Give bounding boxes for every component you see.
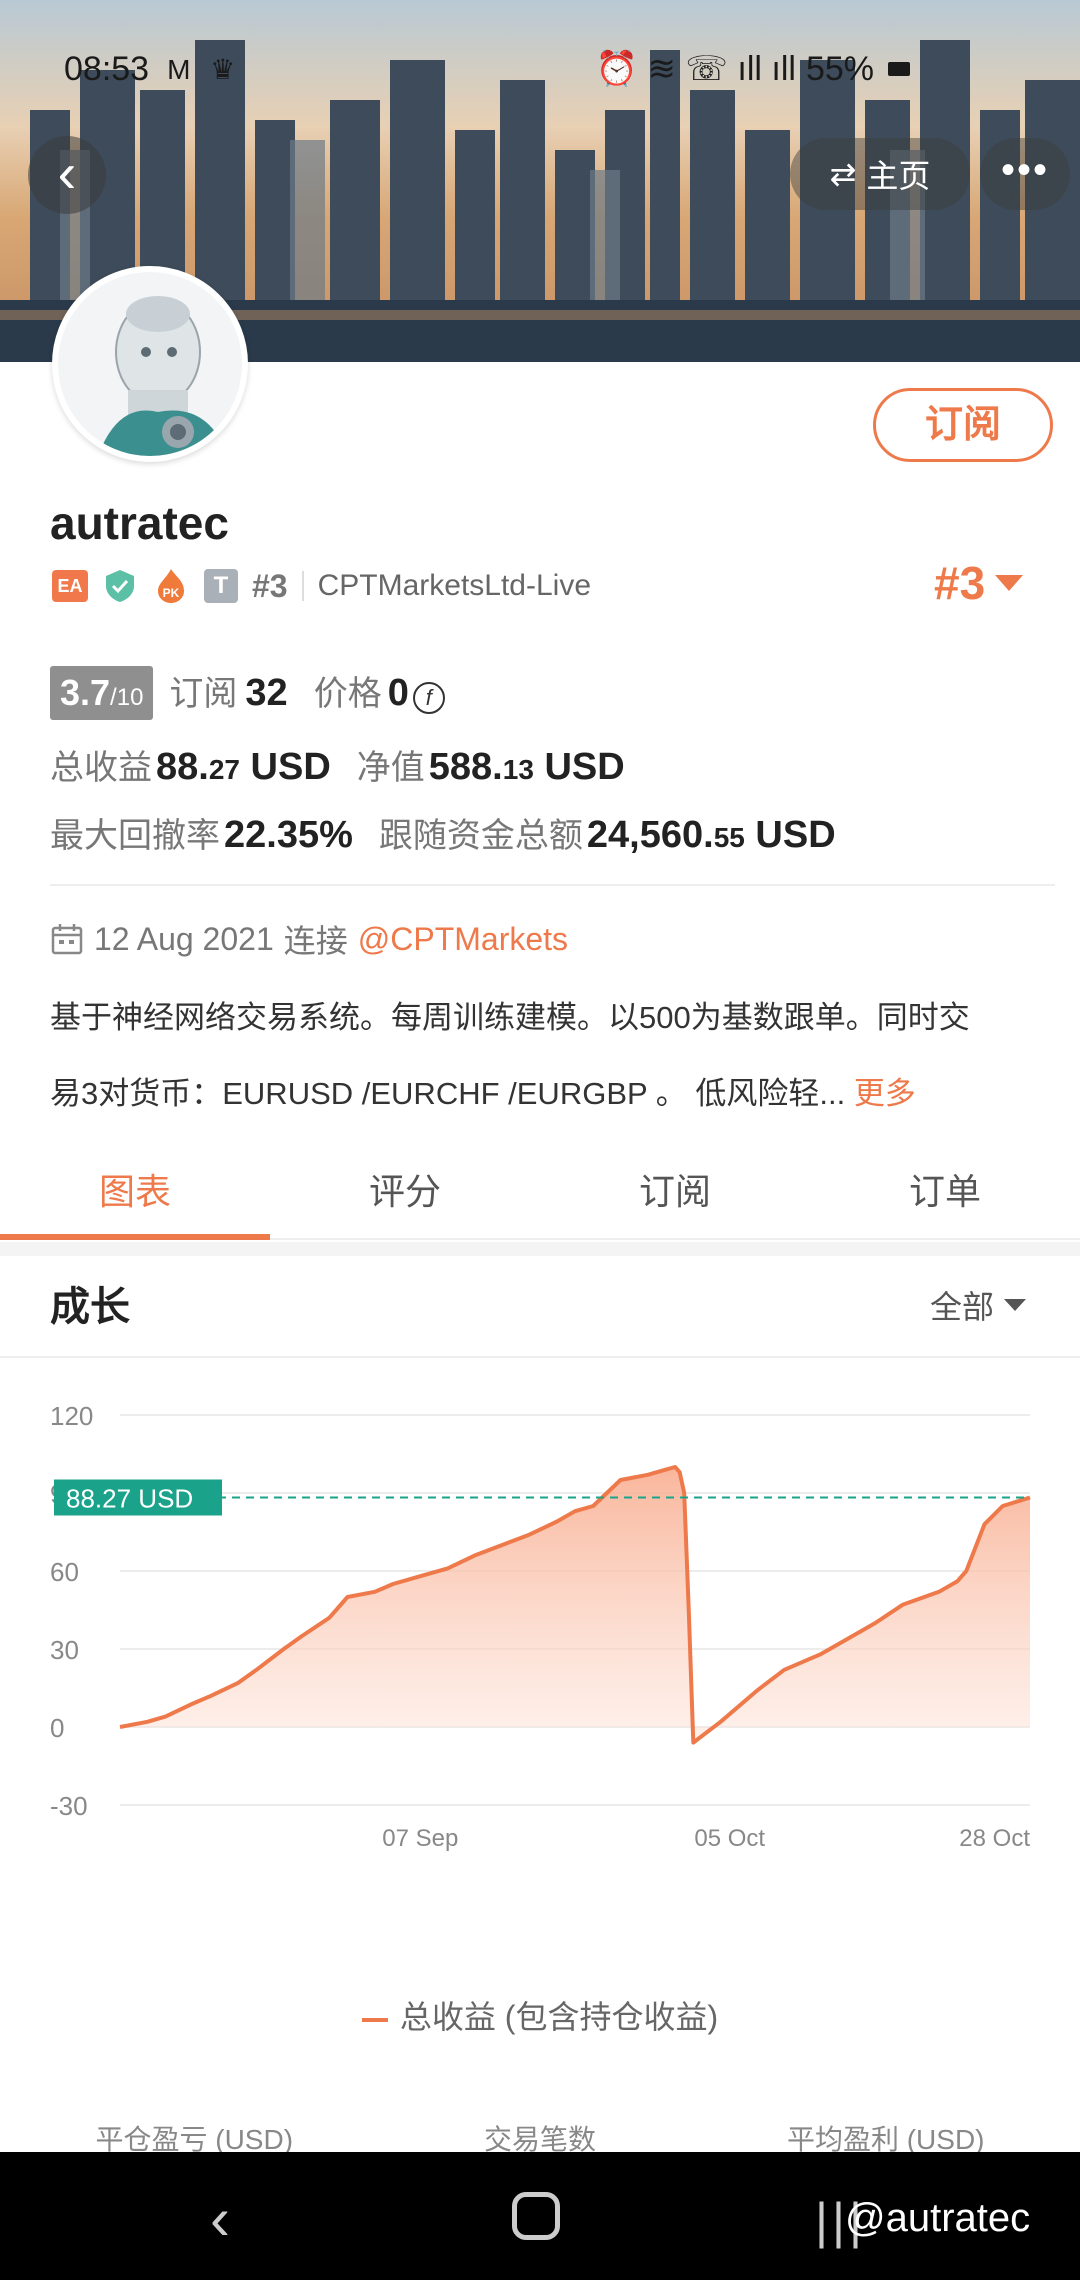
coin-icon: f bbox=[412, 682, 445, 714]
max-drawdown-value: 22.35% bbox=[224, 814, 353, 856]
rank-big-label: #3 bbox=[934, 557, 986, 609]
equity-int: 588. bbox=[428, 746, 503, 788]
y-tick-label: 0 bbox=[50, 1713, 64, 1743]
divider bbox=[0, 1356, 1080, 1358]
more-dots-icon: ••• bbox=[1000, 148, 1049, 192]
score-max: /10 bbox=[110, 684, 144, 711]
section-gap bbox=[0, 1242, 1080, 1256]
tab-chart[interactable]: 图表 bbox=[0, 1152, 270, 1240]
x-tick-label: 07 Sep bbox=[382, 1825, 458, 1852]
home-label: 主页 bbox=[866, 158, 931, 194]
total-profit-unit: USD bbox=[250, 746, 331, 788]
badges-row: EA PK T #3 CPTMarketsLtd-Live bbox=[52, 564, 591, 608]
more-button[interactable]: ••• bbox=[980, 138, 1070, 210]
chart-legend: 总收益 (包含持仓收益) bbox=[0, 1992, 1080, 2038]
current-value-label: 88.27 USD bbox=[66, 1483, 193, 1513]
y-tick-label: -30 bbox=[50, 1791, 88, 1821]
price-label: 价格 bbox=[313, 675, 382, 713]
description-line-2: 易3对货币：EURUSD /EURCHF /EURGBP 。 低风险轻... bbox=[50, 1076, 846, 1111]
total-profit-label: 总收益 bbox=[50, 749, 152, 787]
pk-fire-icon: PK bbox=[158, 569, 184, 603]
separator bbox=[301, 571, 304, 601]
tab-rating[interactable]: 评分 bbox=[270, 1152, 540, 1238]
total-profit-value: 88.27 USD bbox=[156, 746, 331, 789]
description: 基于神经网络交易系统。每周训练建模。以500为基数跟单。同时交 易3对货币：EU… bbox=[50, 980, 1060, 1132]
broker-link[interactable]: @CPTMarkets bbox=[358, 921, 568, 958]
t-badge-icon: T bbox=[204, 569, 238, 603]
status-time: 08:53 bbox=[64, 49, 150, 88]
nav-back-icon[interactable]: ‹ bbox=[210, 2184, 230, 2253]
legend-label: 总收益 (包含持仓收益) bbox=[399, 1999, 719, 2035]
broker-name: CPTMarketsLtd-Live bbox=[317, 569, 592, 602]
filter-label: 全部 bbox=[930, 1289, 995, 1325]
chevron-left-icon: ‹ bbox=[57, 141, 77, 204]
price-value: 0 bbox=[387, 672, 409, 714]
follow-total-unit: USD bbox=[755, 814, 836, 856]
rank-small: #3 bbox=[252, 567, 288, 604]
score-badge: 3.7 /10 bbox=[50, 666, 154, 720]
username: autratec bbox=[50, 497, 229, 549]
total-profit-dec: 27 bbox=[208, 754, 240, 785]
switch-arrows-icon: ⇄ bbox=[829, 156, 857, 192]
connect-date: 12 Aug 2021 bbox=[94, 920, 274, 957]
system-nav-bar: ‹ ||| @autratec bbox=[0, 2152, 1080, 2280]
status-right: ⏰ ≋ ☏ ıll ıll 55% bbox=[596, 49, 910, 89]
ea-badge-icon: EA bbox=[52, 570, 88, 602]
connect-line: 12 Aug 2021 连接 @CPTMarkets bbox=[50, 916, 568, 962]
subscribe-button[interactable]: 订阅 bbox=[873, 388, 1053, 462]
description-line-1: 基于神经网络交易系统。每周训练建模。以500为基数跟单。同时交 bbox=[50, 1000, 970, 1035]
follow-total-label: 跟随资金总额 bbox=[378, 817, 583, 855]
y-tick-label: 60 bbox=[50, 1557, 79, 1587]
rank-dropdown[interactable]: #3 bbox=[934, 556, 1024, 610]
shield-check-icon bbox=[106, 570, 134, 602]
y-tick-label: 30 bbox=[50, 1635, 79, 1665]
follow-total-value: 24,560.55 USD bbox=[587, 814, 836, 857]
equity-label: 净值 bbox=[356, 749, 425, 787]
tab-subscribe[interactable]: 订阅 bbox=[540, 1152, 810, 1238]
nav-home-icon[interactable] bbox=[512, 2192, 560, 2240]
connect-label: 连接 bbox=[283, 923, 348, 959]
tab-bar: 图表 评分 订阅 订单 bbox=[0, 1152, 1080, 1240]
follow-total-dec: 55 bbox=[713, 822, 745, 853]
status-right-icons: ⏰ ≋ ☏ ıll ıll bbox=[595, 50, 796, 88]
follow-total-int: 24,560. bbox=[586, 814, 714, 856]
tab-orders[interactable]: 订单 bbox=[810, 1152, 1080, 1238]
battery-icon bbox=[888, 62, 910, 76]
profit-row: 总收益 88.27 USD 净值 588.13 USD bbox=[50, 740, 625, 789]
section-title: 成长 bbox=[50, 1285, 130, 1329]
more-link[interactable]: 更多 bbox=[854, 1076, 916, 1111]
legend-swatch bbox=[361, 2017, 388, 2022]
chevron-down-icon bbox=[1004, 1299, 1027, 1311]
score-value: 3.7 bbox=[60, 672, 111, 713]
battery-text: 55% bbox=[805, 49, 874, 88]
y-tick-label: 120 bbox=[50, 1401, 93, 1431]
subscribers-value: 32 bbox=[245, 672, 288, 714]
max-drawdown-label: 最大回撤率 bbox=[50, 817, 220, 855]
status-left-icons: M ♛ bbox=[167, 53, 242, 85]
home-button[interactable]: ⇄ 主页 bbox=[790, 138, 970, 210]
back-button[interactable]: ‹ bbox=[28, 136, 106, 214]
score-row: 3.7 /10 订阅 32 价格 0 f bbox=[50, 666, 445, 720]
growth-chart[interactable]: 1209060300-30 88.27 USD 07 Sep05 Oct28 O… bbox=[0, 1370, 1080, 1950]
divider bbox=[50, 884, 1055, 886]
x-tick-label: 28 Oct bbox=[959, 1825, 1030, 1852]
chevron-down-icon bbox=[995, 575, 1024, 591]
drawdown-row: 最大回撤率 22.35% 跟随资金总额 24,560.55 USD bbox=[50, 808, 836, 857]
x-tick-label: 05 Oct bbox=[694, 1825, 765, 1852]
status-bar: 08:53 M ♛ ⏰ ≋ ☏ ıll ıll 55% bbox=[64, 48, 910, 90]
equity-unit: USD bbox=[544, 746, 625, 788]
range-filter-dropdown[interactable]: 全部 bbox=[930, 1282, 1027, 1328]
equity-value: 588.13 USD bbox=[429, 746, 625, 789]
avatar[interactable] bbox=[52, 266, 248, 462]
total-profit-int: 88. bbox=[156, 746, 209, 788]
series-area bbox=[120, 1467, 1030, 1743]
watermark-text: @autratec bbox=[845, 2196, 1031, 2240]
pk-badge-text: PK bbox=[163, 586, 180, 600]
equity-dec: 13 bbox=[502, 754, 534, 785]
robot-avatar-image bbox=[58, 272, 242, 456]
calendar-icon bbox=[51, 924, 83, 955]
subscribers-label: 订阅 bbox=[169, 675, 238, 713]
